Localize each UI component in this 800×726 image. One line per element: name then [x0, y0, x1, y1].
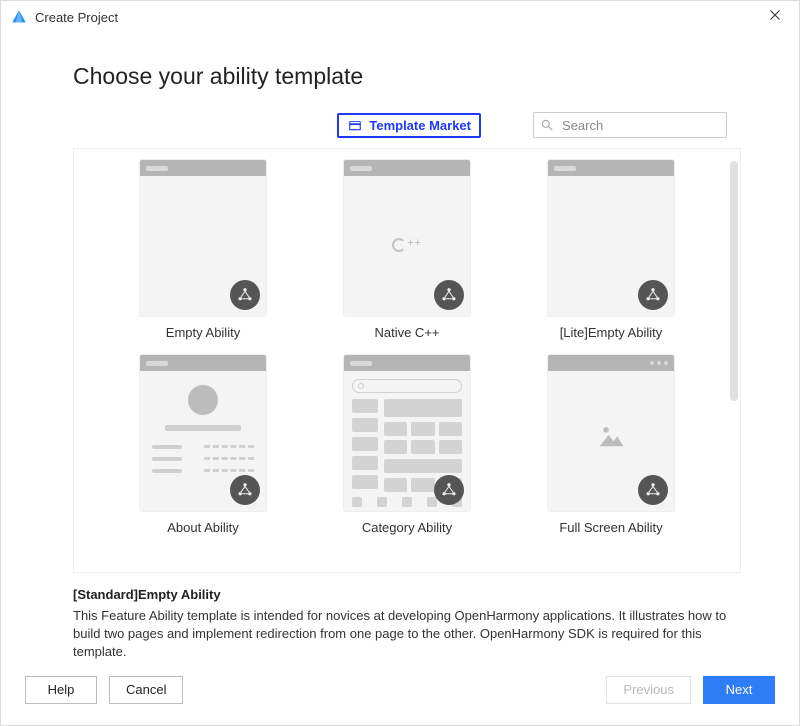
- template-lite-empty-ability[interactable]: [Lite]Empty Ability: [516, 159, 706, 348]
- template-label: Category Ability: [312, 520, 502, 535]
- template-market-label: Template Market: [369, 118, 471, 133]
- share-badge-icon: [230, 475, 260, 505]
- template-label: Full Screen Ability: [516, 520, 706, 535]
- description-body: This Feature Ability template is intende…: [73, 607, 727, 662]
- share-badge-icon: [434, 280, 464, 310]
- template-category-ability[interactable]: Category Ability: [312, 354, 502, 543]
- window-title: Create Project: [35, 10, 755, 25]
- search-icon: [540, 118, 554, 132]
- template-market-button[interactable]: Template Market: [337, 113, 481, 138]
- title-bar: Create Project: [1, 1, 799, 33]
- template-description: [Standard]Empty Ability This Feature Abi…: [73, 587, 727, 662]
- description-title: [Standard]Empty Ability: [73, 587, 727, 602]
- share-badge-icon: [230, 280, 260, 310]
- footer: Help Cancel Previous Next: [1, 662, 799, 722]
- templates-list: Empty Ability ++ Nat: [73, 148, 741, 573]
- template-label: About Ability: [108, 520, 298, 535]
- template-native-cpp[interactable]: ++ Native C++: [312, 159, 502, 348]
- image-placeholder-icon: [592, 421, 630, 454]
- close-icon: [769, 9, 781, 21]
- template-label: Native C++: [312, 325, 502, 340]
- template-full-screen-ability[interactable]: Full Screen Ability: [516, 354, 706, 543]
- previous-button: Previous: [606, 676, 691, 704]
- search-box[interactable]: [533, 112, 727, 138]
- share-badge-icon: [638, 280, 668, 310]
- next-button[interactable]: Next: [703, 676, 775, 704]
- cancel-button[interactable]: Cancel: [109, 676, 183, 704]
- template-about-ability[interactable]: About Ability: [108, 354, 298, 543]
- help-button[interactable]: Help: [25, 676, 97, 704]
- template-empty-ability[interactable]: Empty Ability: [108, 159, 298, 348]
- share-badge-icon: [638, 475, 668, 505]
- app-logo-icon: [11, 9, 27, 25]
- share-badge-icon: [434, 475, 464, 505]
- dialog-window: Create Project Choose your ability templ…: [0, 0, 800, 726]
- page-title: Choose your ability template: [73, 63, 799, 90]
- market-icon: [347, 118, 363, 132]
- search-input[interactable]: [560, 117, 740, 134]
- template-label: Empty Ability: [108, 325, 298, 340]
- template-label: [Lite]Empty Ability: [516, 325, 706, 340]
- vertical-scrollbar[interactable]: [730, 161, 738, 401]
- close-button[interactable]: [755, 1, 795, 33]
